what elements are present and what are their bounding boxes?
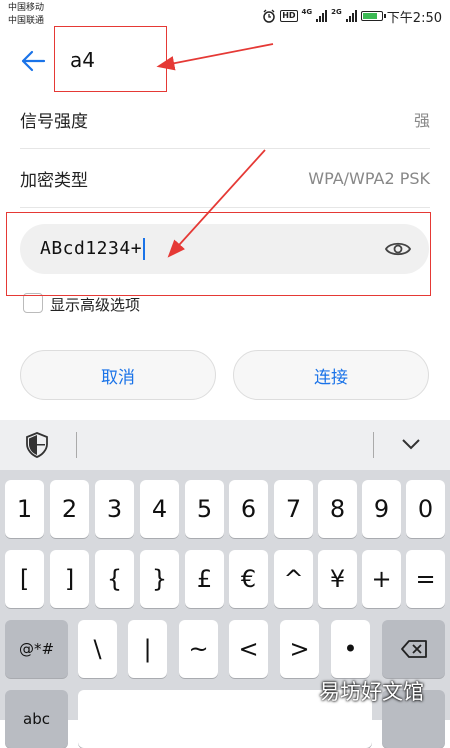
key-5[interactable]: 5 [185,480,224,538]
toolbar-divider [373,432,374,458]
key-caret[interactable]: ^ [274,550,313,608]
key-bullet[interactable]: • [331,620,370,678]
abc-mode-key[interactable]: abc [5,690,68,748]
key-yen[interactable]: ¥ [318,550,357,608]
key-4[interactable]: 4 [140,480,179,538]
key-pound[interactable]: £ [185,550,224,608]
annotation-arrow-ssid [156,43,274,71]
annotation-arrow-password [167,149,266,258]
backspace-icon [400,640,427,658]
key-2[interactable]: 2 [50,480,89,538]
key-tilde[interactable]: ~ [179,620,218,678]
toolbar-divider [76,432,77,458]
key-equals[interactable]: = [406,550,445,608]
key-plus[interactable]: + [362,550,401,608]
key-0[interactable]: 0 [406,480,445,538]
key-greater-than[interactable]: > [280,620,319,678]
shield-icon[interactable] [26,432,48,458]
key-8[interactable]: 8 [318,480,357,538]
key-9[interactable]: 9 [362,480,401,538]
key-bracket-left[interactable]: [ [5,550,44,608]
key-3[interactable]: 3 [95,480,134,538]
watermark: 易坊好文馆 [319,680,424,704]
key-6[interactable]: 6 [229,480,268,538]
keyboard-toolbar [0,420,450,470]
chevron-down-icon[interactable] [401,437,421,451]
key-less-than[interactable]: < [229,620,268,678]
key-brace-right[interactable]: } [140,550,179,608]
key-brace-left[interactable]: { [95,550,134,608]
key-7[interactable]: 7 [274,480,313,538]
key-backslash[interactable]: \ [78,620,117,678]
key-1[interactable]: 1 [5,480,44,538]
key-bracket-right[interactable]: ] [50,550,89,608]
key-euro[interactable]: € [229,550,268,608]
backspace-key[interactable] [382,620,445,678]
key-pipe[interactable]: | [128,620,167,678]
symbol-mode-key[interactable]: @*# [5,620,68,678]
